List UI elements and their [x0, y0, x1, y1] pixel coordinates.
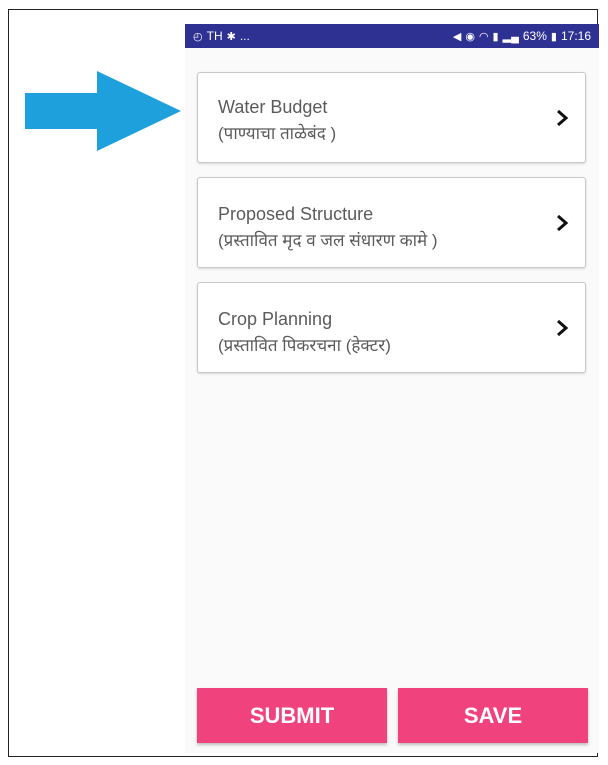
status-bar: ◴ TH ✱ ... ◀ ◉ ◠ ▮ ▂▄ 63% ▮ 17:16: [185, 24, 599, 48]
menu-item-title: Proposed Structure: [218, 204, 374, 224]
status-left-text: TH: [206, 29, 223, 43]
chevron-right-icon: [557, 109, 569, 127]
clock-icon: ◴: [193, 30, 203, 43]
chevron-right-icon: [557, 319, 569, 337]
menu-item-subtitle: (पाण्याचा ताळेबंद ): [218, 124, 337, 143]
menu-item-subtitle: (प्रस्तावित पिकरचना (हेक्टर): [218, 336, 391, 355]
menu-item-title: Water Budget: [218, 97, 328, 117]
status-time: 17:16: [560, 29, 591, 43]
chevron-right-icon: [557, 214, 569, 232]
menu-item-title: Crop Planning: [218, 309, 333, 329]
alarm-icon: ◉: [465, 30, 475, 43]
mute-icon: ◀: [452, 30, 462, 43]
menu-item-proposed-structure[interactable]: Proposed Structure (प्रस्तावित मृद व जल …: [197, 177, 586, 268]
menu-item-water-budget[interactable]: Water Budget (पाण्याचा ताळेबंद ): [197, 72, 586, 163]
battery-level: 63%: [522, 29, 547, 43]
phone-screen: ◴ TH ✱ ... ◀ ◉ ◠ ▮ ▂▄ 63% ▮ 17:16 Water …: [185, 24, 599, 753]
submit-button[interactable]: SUBMIT: [197, 688, 387, 743]
menu-item-subtitle: (प्रस्तावित मृद व जल संधारण कामे ): [218, 231, 438, 250]
status-more: ...: [239, 29, 250, 43]
wifi-icon: ◠: [478, 30, 489, 43]
signal-icon: ▂▄: [502, 30, 519, 43]
battery-icon: ▮: [550, 30, 557, 43]
pointer-arrow-icon: [25, 71, 181, 151]
menu-item-crop-planning[interactable]: Crop Planning (प्रस्तावित पिकरचना (हेक्ट…: [197, 282, 586, 373]
app-notification-icon: ✱: [226, 30, 236, 43]
data-icon: ▮: [492, 30, 499, 43]
save-button[interactable]: SAVE: [398, 688, 588, 743]
